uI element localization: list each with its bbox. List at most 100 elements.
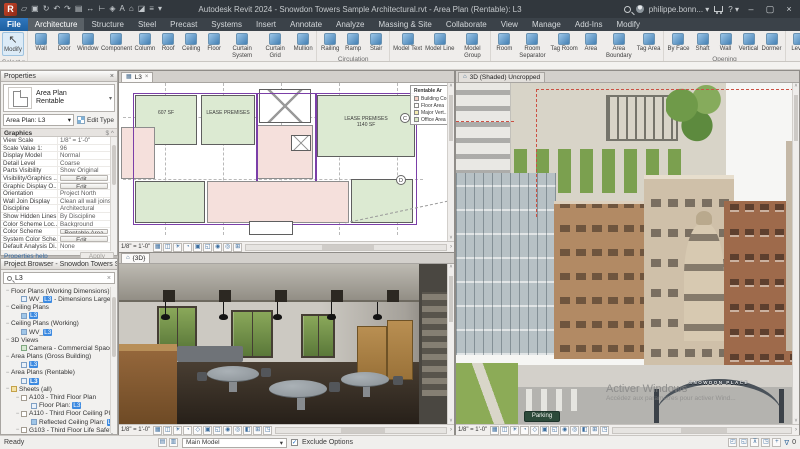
browser-tree-item[interactable]: − Floor Plans (Working Dimensions) — [1, 287, 117, 295]
ribbon-button[interactable]: Door — [53, 32, 75, 54]
ribbon-button[interactable]: Component — [100, 32, 132, 54]
close-icon[interactable]: × — [108, 73, 114, 80]
view-control-icon[interactable]: ◉ — [223, 425, 233, 435]
ribbon-button[interactable]: Vertical — [738, 32, 760, 54]
qat-icon[interactable]: ≡ — [148, 2, 155, 16]
ribbon-button[interactable]: Wall — [30, 32, 52, 54]
property-value[interactable]: Coarse — [58, 160, 110, 167]
view-control-icon[interactable]: ◫ — [163, 425, 173, 435]
render-canvas[interactable]: ˄ ˅ — [119, 264, 454, 424]
qat-icon[interactable]: ◈ — [108, 2, 116, 16]
ribbon-button[interactable]: Floor — [203, 32, 225, 54]
view-control-icon[interactable]: ◉ — [213, 242, 223, 252]
tree-expander-icon[interactable]: − — [4, 337, 11, 343]
vertical-scrollbar[interactable]: ˄ ˅ — [447, 264, 454, 424]
horizontal-scrollbar[interactable] — [612, 426, 792, 434]
ribbon-button[interactable]: By Face — [666, 32, 690, 54]
property-value[interactable]: 96 — [58, 145, 110, 152]
browser-tree-item[interactable]: − Area Plans (Gross Building) — [1, 353, 117, 361]
ribbon-button[interactable]: Ramp — [342, 32, 364, 54]
ribbon-button[interactable]: Model Line — [424, 32, 455, 54]
section-collapse-icon[interactable]: $ ^ — [106, 130, 114, 137]
modify-button[interactable]: ↖ Modify — [2, 32, 24, 56]
ribbon-button[interactable]: Model Text — [392, 32, 423, 54]
property-value[interactable]: Rentable Area — [60, 228, 108, 235]
view-control-icon[interactable]: ◳ — [263, 425, 273, 435]
view-control-icon[interactable]: ◱ — [203, 242, 213, 252]
close-tab-icon[interactable]: × — [145, 73, 149, 82]
view-control-icon[interactable]: ◧ — [243, 425, 253, 435]
revit-logo[interactable]: R — [4, 2, 17, 16]
properties-header[interactable]: Properties × — [1, 71, 117, 82]
tree-expander-icon[interactable]: − — [4, 386, 11, 392]
crop-region-line[interactable] — [536, 89, 537, 217]
close-button[interactable]: × — [782, 4, 796, 14]
area-tag[interactable]: LEASE PREMISES 1140 SF — [344, 116, 387, 128]
ribbon-tab[interactable]: Precast — [163, 18, 204, 31]
ribbon-button[interactable]: Column — [133, 32, 156, 54]
property-value[interactable]: Background — [58, 221, 110, 228]
cart-icon[interactable] — [714, 6, 724, 14]
qat-icon[interactable]: A — [119, 2, 126, 16]
view-control-icon[interactable]: ◔ — [183, 425, 193, 435]
browser-tree-item[interactable]: Reflected Ceiling Plan: L3 — [1, 418, 117, 426]
ribbon-button[interactable]: Window — [76, 32, 99, 54]
scale-button[interactable]: 1/8" = 1'-0" — [458, 427, 487, 433]
view-control-icon[interactable]: ◱ — [550, 425, 560, 435]
ribbon-button[interactable]: Dormer — [761, 32, 783, 54]
ribbon-button[interactable]: Curtain System — [226, 32, 258, 60]
ribbon-button[interactable]: Shaft — [692, 32, 714, 54]
browser-tree-item[interactable]: WV_L3 - Dimensions Large Scale — [1, 295, 117, 303]
view-control-icon[interactable]: ⊞ — [590, 425, 600, 435]
view-control-icon[interactable]: ▣ — [193, 242, 203, 252]
restore-button[interactable]: ▢ — [763, 4, 777, 15]
property-value[interactable]: None — [58, 243, 110, 250]
view-control-icon[interactable]: ◉ — [560, 425, 570, 435]
tree-expander-icon[interactable]: − — [14, 411, 21, 417]
property-value[interactable]: Edit... — [60, 175, 108, 182]
crop-region-line[interactable] — [536, 89, 794, 90]
horizontal-scrollbar[interactable] — [275, 426, 447, 434]
view-control-icon[interactable]: ◎ — [570, 425, 580, 435]
ribbon-tab[interactable]: Architecture — [27, 18, 85, 31]
help-menu[interactable]: ? ▾ — [728, 5, 739, 14]
property-value[interactable]: Clean all wall joins — [58, 198, 110, 205]
qat-icon[interactable]: ↻ — [42, 2, 51, 16]
crop-region-line[interactable] — [456, 121, 514, 122]
browser-scrollbar[interactable] — [110, 287, 117, 433]
ribbon-button[interactable]: Level — [788, 32, 800, 54]
ribbon-button[interactable]: Room Separator — [516, 32, 548, 60]
chevron-down-icon[interactable]: ▾ — [109, 95, 112, 102]
ribbon-tab[interactable]: Add-Ins — [568, 18, 610, 31]
plan-drawing-canvas[interactable]: C D 607 SF LEASE PREMISES LEASE PREMISES… — [119, 83, 454, 241]
tree-expander-icon[interactable]: − — [4, 288, 11, 294]
area-boundary[interactable] — [315, 93, 317, 181]
area-boundary[interactable] — [133, 93, 417, 225]
minimize-button[interactable]: – — [744, 4, 758, 14]
edit-type-button[interactable]: Edit Type — [76, 114, 115, 126]
property-value[interactable]: 1/8" = 1'-0" — [58, 137, 110, 144]
browser-tree-item[interactable]: − Area Plans (Rentable) — [1, 369, 117, 377]
property-value[interactable]: By Discipline — [58, 213, 110, 220]
properties-scrollbar[interactable] — [110, 137, 117, 251]
qat-icon[interactable]: ▱ — [20, 2, 28, 16]
qat-icon[interactable]: ↶ — [52, 2, 61, 16]
selection-toggle-icon[interactable]: + — [772, 438, 782, 447]
area-tag[interactable]: 607 SF — [158, 110, 174, 117]
status-bar-icon[interactable]: ▥ — [169, 438, 178, 447]
ribbon-button[interactable]: Area — [580, 32, 602, 54]
scale-button[interactable]: 1/8" = 1'-0" — [121, 244, 150, 250]
view-tab-l3[interactable]: ▦ L3 × — [121, 72, 154, 82]
ribbon-tab[interactable]: Insert — [249, 18, 283, 31]
browser-tree-item[interactable]: − Ceiling Plans (Working) — [1, 320, 117, 328]
view-control-icon[interactable]: ◔ — [183, 242, 193, 252]
ribbon-button[interactable]: Wall — [715, 32, 737, 54]
view-control-icon[interactable]: ☀ — [173, 242, 183, 252]
ribbon-tab[interactable]: Massing & Site — [371, 18, 438, 31]
filter-icon[interactable]: ∇ — [784, 439, 789, 447]
ribbon-button[interactable]: Railing — [319, 32, 341, 54]
view-control-icon[interactable]: ◎ — [223, 242, 233, 252]
ribbon-button[interactable]: Tag Area — [636, 32, 662, 54]
property-value[interactable]: Edit... — [60, 183, 108, 189]
ribbon-button[interactable]: Mullion — [292, 32, 314, 54]
